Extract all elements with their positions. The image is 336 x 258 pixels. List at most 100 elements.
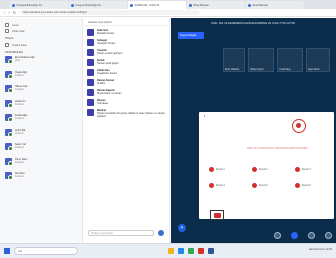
avatar [87,99,94,106]
participant-item[interactable]: Erma Hatarını Ağrı (Siz) [5,56,77,71]
edge-icon[interactable] [178,248,184,254]
windows-start-icon[interactable] [4,248,10,254]
tab-label: Sinav Bulunan [193,3,209,7]
taskbar-apps [168,248,214,254]
tab-label: Sinav Bulunan [252,3,268,7]
browser-tab[interactable]: Sinav Bulunan [246,1,304,9]
avatar [5,85,13,93]
selected-thumbnail[interactable] [210,210,224,220]
taskbar-search-input[interactable]: Ara [14,247,78,255]
participant-name: Erma Hatarını Ağrı (Siz) [15,56,35,63]
file-explorer-icon[interactable] [168,248,174,254]
video-thumbnail[interactable]: Gülşen Aydın [248,48,274,72]
chat-panel: Herkese açık sohbet Selin Gün Merhaba hoc… [84,18,170,243]
tab-label: Kongresi Bulunduğu Sit... [75,3,103,7]
thumbnail-label: Ayşe Demir [308,68,320,71]
sidebar-item-polls[interactable]: Oylama anket [5,42,77,48]
app-icon[interactable] [198,248,204,254]
participant-item[interactable]: Hikmet Can Kullanıcı [5,85,77,100]
chat-message: Yasemin Hocam sesiniz gelmiyor [87,49,166,56]
video-thumbnail[interactable]: Yusuf Kaya [277,48,303,72]
more-options-button[interactable] [325,232,332,239]
send-button[interactable] [158,230,164,236]
avatar [5,56,13,64]
message-text: Hocam sesiniz gelmiyor [97,52,123,56]
participant-item[interactable]: Ömer Tekin Kullanıcı [5,157,77,173]
bullet-icon [252,183,257,188]
participant-item[interactable]: Aydın Bal Kullanıcı [5,128,77,144]
meeting-controls [171,230,336,240]
video-thumbnail[interactable]: Ayşe Demir [306,48,330,72]
participant-item[interactable]: Kurbanoğlu Kullanıcı [5,114,77,129]
thumbnail-label: Emre Hatarını [225,68,240,71]
section-heading-people: KATILIMCILAR [5,51,23,54]
chat-message: Serhat Tamam şimdi geliyor [87,59,166,66]
slide-item: Kurum 3 [295,167,311,172]
bullet-icon [209,183,214,188]
participant-name: Ömer Tekin Kullanıcı [15,157,28,164]
microphone-button[interactable] [274,232,281,239]
avatar [87,69,94,76]
avatar [87,29,94,36]
participant-name: Yasam Ağrı Kullanıcı [15,70,28,77]
participant-name: Hikmet Can Kullanıcı [15,85,28,92]
chat-message: Selvegul Günaydın hocam [87,39,166,46]
chat-message: Selin Gün Merhaba hocam [87,29,166,36]
message-text: Yok hasarı [97,102,109,106]
message-text: Teşekkürler hocam [97,72,118,76]
presentation-badge[interactable]: Sunumu Başlat [178,32,204,39]
tab-label: Kongresi Bulunduğu Sit... [16,3,44,7]
video-thumbnail[interactable]: Emre Hatarını [223,48,245,72]
tab-favicon-icon [12,3,15,7]
avatar [87,39,94,46]
chat-message: Rizeres Kapıcık Sinav hasarı ne zaman [87,89,166,96]
browser-tab[interactable]: Kongresi Bulunduğu Sit... [69,1,127,9]
bullet-icon [295,183,300,188]
participant-list: Erma Hatarını Ağrı (Siz) Yasam Ağrı Kullan… [5,56,77,187]
avatar [87,79,94,86]
sidebar-item-label: Ortak notlar [12,29,25,33]
slide-number: 1 [204,115,206,118]
avatar [87,49,94,56]
message-text: Hocam sorulardan biri yanlış olabilir mi… [97,112,165,119]
reload-icon[interactable]: ↻ [13,10,16,15]
participant-item[interactable]: Arslan Ün Kullanıcı [5,99,77,115]
chat-input[interactable]: Herkese açık sohbet [88,230,154,236]
participant-item[interactable]: Nuri Akın Kullanıcı [5,172,77,187]
graduation-cap-icon [214,212,221,218]
message-text: Günaydın hocam [97,42,116,46]
tab-favicon-icon [130,3,133,7]
participant-name: Nuri Akın Kullanıcı [15,172,25,179]
participant-item[interactable]: Yasam Ağrı Kullanıcı [5,70,77,86]
avatar [5,143,13,151]
screen: Kongresi Bulunduğu Sit... Kongresi Bulun… [0,0,336,258]
slide-title: TÜRKİYE CUMHURİYETİ ÜNİVERSİTELERİ KONGR… [246,147,308,150]
browser-tab[interactable]: Sinav Bulunan [187,1,245,9]
tab-favicon-icon [71,3,74,7]
chat-message: Julide Alev Teşekkürler hocam [87,69,166,76]
sidebar-item-notes[interactable]: Ortak notlar [5,28,77,34]
avatar [5,128,13,137]
meeting-title: ÖZEL TEZ VE DENEMENİN DEĞERLENDİRME VE S… [211,22,296,25]
back-icon[interactable]: ‹ [4,10,5,15]
browser-tab-active[interactable]: SUMOLU04 - Sürüm B... [128,1,186,9]
slide-item: Kurum 2 [252,167,268,172]
presentation-slide: 1 TÜRKİYE CUMHURİYETİ ÜNİVERSİTELERİ KON… [199,112,334,220]
thumbnail-label: Gülşen Aydın [250,68,264,71]
left-sidebar: Genel Ortak notlar POLLS Oylama anket KA… [0,18,83,243]
screen-share-button[interactable] [308,232,315,239]
url-field[interactable]: https://sanalsinif.gumushane.edu.tr/sina… [20,9,201,16]
chrome-icon[interactable] [188,248,194,254]
avatar [5,157,13,166]
forward-icon[interactable]: › [8,10,9,15]
avatar [5,114,13,122]
tab-label: SUMOLU04 - Sürüm B... [134,3,161,7]
browser-tab[interactable]: Kongresi Bulunduğu Sit... [10,1,68,9]
os-taskbar: Ara Hava Durumu 14:25 [0,243,336,258]
avatar [87,109,94,116]
camera-button[interactable] [291,232,298,239]
word-icon[interactable] [208,248,214,254]
address-bar: ‹ › ↻ https://sanalsinif.gumushane.edu.t… [0,9,336,17]
chat-message: Rizeres Yok hasarı [87,99,166,106]
participant-item[interactable]: Selen Yurt Kullanıcı [5,143,77,158]
